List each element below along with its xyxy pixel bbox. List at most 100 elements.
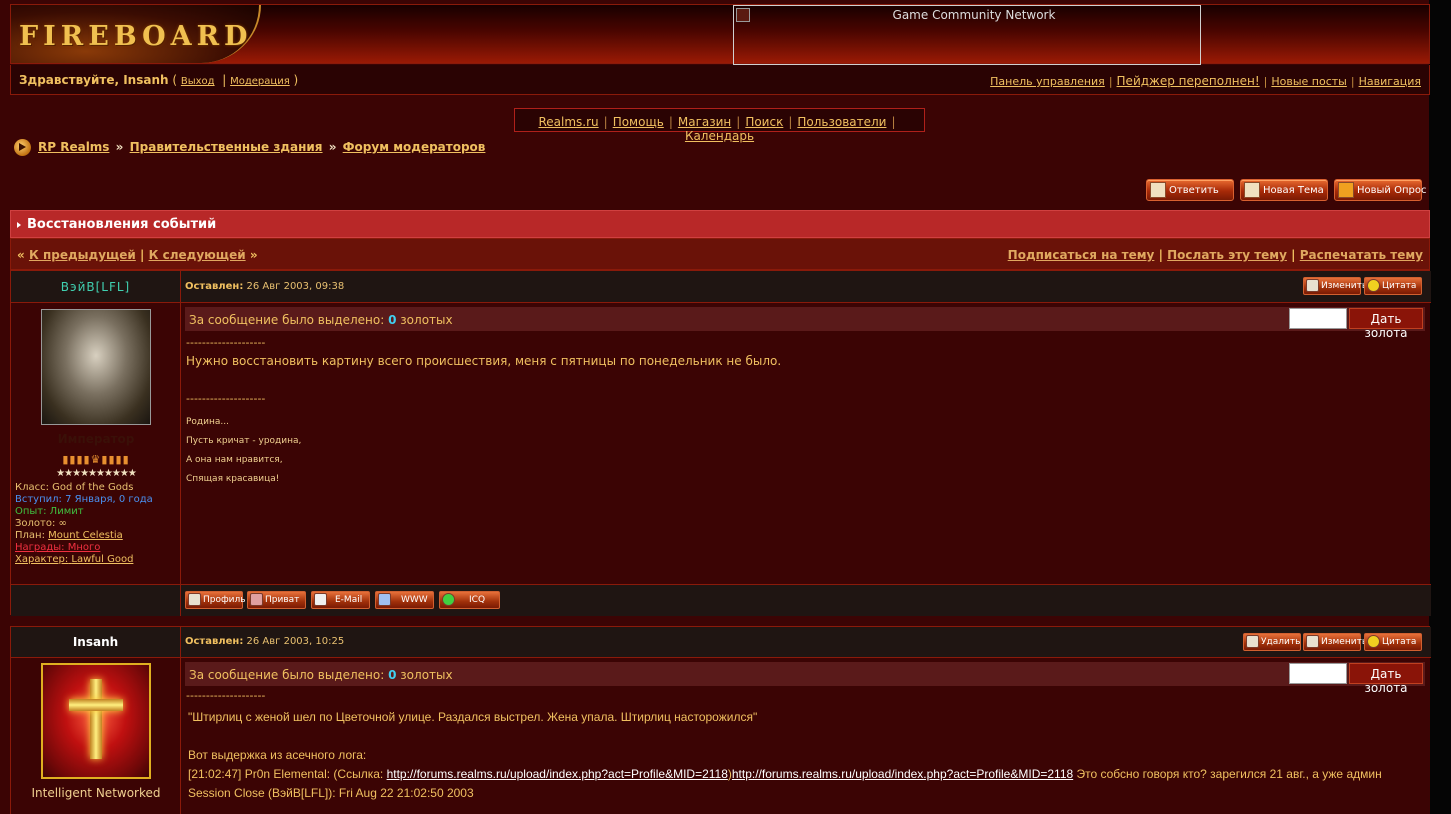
cross-icon-bar <box>69 699 123 711</box>
next-topic-link[interactable]: К следующей <box>149 248 246 262</box>
email-button[interactable]: E-Mail <box>311 591 370 609</box>
new-poll-label: Новый Опрос <box>1357 185 1427 196</box>
log-session: Session Close (ВэйВ[LFL]): Fri Aug 22 21… <box>188 786 474 800</box>
log-link[interactable]: http://forums.realms.ru/upload/index.php… <box>387 767 728 781</box>
edit-button[interactable]: Изменить <box>1303 277 1367 295</box>
icq-button[interactable]: ICQ <box>439 591 500 609</box>
gold-value: 0 <box>388 668 397 682</box>
nav-users[interactable]: Пользователи <box>797 115 886 129</box>
rank-badges: ▮▮▮▮♛▮▮▮▮ <box>62 453 130 466</box>
post-header: Insanh Оставлен: 26 Авг 2003, 10:25 Удал… <box>11 627 1431 658</box>
separator: | <box>1291 248 1296 262</box>
arrow-icon <box>17 222 21 228</box>
private-message-button[interactable]: Приват <box>247 591 306 609</box>
quote-button[interactable]: Цитата <box>1364 277 1422 295</box>
post-body: За сообщение было выделено: 0 золотых Да… <box>182 658 1430 814</box>
gold-amount-input[interactable] <box>1289 308 1347 329</box>
quote-button[interactable]: Цитата <box>1364 633 1422 651</box>
send-topic-link[interactable]: Послать эту тему <box>1167 248 1287 262</box>
banner-ad[interactable]: Game Community Network <box>733 5 1201 65</box>
author-rank: Intelligent Networked <box>31 786 161 800</box>
gold-unit: золотых <box>400 668 453 682</box>
pencil-icon <box>1306 635 1319 648</box>
separator: | <box>788 115 793 129</box>
www-button[interactable]: WWW <box>375 591 434 609</box>
reply-label: Ответить <box>1169 185 1219 196</box>
new-topic-button[interactable]: Новая Тема <box>1240 179 1328 201</box>
awards-link[interactable]: Награды: Много <box>15 542 100 553</box>
separator: | <box>222 73 227 87</box>
author-rank: Император <box>57 432 135 446</box>
plan-label: План: <box>15 530 45 541</box>
new-posts-link[interactable]: Новые посты <box>1271 75 1347 88</box>
cross-icon <box>90 679 102 759</box>
nav-calendar[interactable]: Календарь <box>685 129 754 143</box>
info-joined: Вступил: 7 Января, 0 года <box>15 494 153 505</box>
divider-text: -------------------- <box>186 336 266 349</box>
nav-shop[interactable]: Магазин <box>678 115 731 129</box>
navigation-link[interactable]: Навигация <box>1359 75 1421 88</box>
reply-button[interactable]: Ответить <box>1146 179 1234 201</box>
moderation-link[interactable]: Модерация <box>230 76 290 87</box>
breadcrumb-government[interactable]: Правительственные здания <box>130 140 323 154</box>
logo-text: FIREBOARD <box>19 21 253 52</box>
gold-text: За сообщение было выделено: 0 золотых <box>189 313 453 327</box>
private-label: Приват <box>265 595 300 605</box>
divider-text: -------------------- <box>186 689 266 702</box>
topic-nav-bar: « К предыдущей | К следующей » Подписать… <box>10 238 1430 270</box>
plan-link[interactable]: Mount Celestia <box>48 530 123 541</box>
nav-realms[interactable]: Realms.ru <box>538 115 598 129</box>
print-topic-link[interactable]: Распечатать тему <box>1300 248 1423 262</box>
quote-text: "Штирлиц с женой шел по Цветочной улице.… <box>188 710 758 724</box>
info-class: Класс: God of the Gods <box>15 482 153 494</box>
pager-link[interactable]: Пейджер переполнен! <box>1117 74 1260 88</box>
user-links: Панель управления | Пейджер переполнен! | Но… <box>990 74 1421 88</box>
page: FIREBOARD Game Community Network Здравст… <box>0 0 1451 814</box>
signature-line: Пусть кричат - уродина, <box>186 436 302 446</box>
icq-flower-icon <box>442 593 455 606</box>
control-panel-link[interactable]: Панель управления <box>990 75 1105 88</box>
date-value: 26 Авг 2003, 09:38 <box>246 281 345 292</box>
date-label: Оставлен: <box>185 636 244 647</box>
separator: | <box>668 115 673 129</box>
log-link[interactable]: http://forums.realms.ru/upload/index.php… <box>732 767 1073 781</box>
paren: ) <box>289 73 299 87</box>
breadcrumb-sep: » <box>328 140 337 154</box>
prev-topic-link[interactable]: К предыдущей <box>29 248 136 262</box>
give-gold-button[interactable]: Дать золота <box>1349 663 1423 695</box>
author-panel: Intelligent Networked <box>11 658 181 814</box>
class-value: God of the Gods <box>52 482 134 493</box>
subscribe-link[interactable]: Подписаться на тему <box>1008 248 1155 262</box>
topic-title-bar: Восстановления событий <box>10 210 1430 238</box>
post-body: За сообщение было выделено: 0 золотых Да… <box>182 303 1430 584</box>
laquo: « <box>17 248 25 262</box>
logout-link[interactable]: Выход <box>181 76 215 87</box>
post-date: Оставлен: 26 Авг 2003, 10:25 <box>185 636 344 647</box>
edit-button[interactable]: Изменить <box>1303 633 1367 651</box>
nav-help[interactable]: Помощь <box>613 115 664 129</box>
avatar <box>41 663 151 779</box>
pencil-icon <box>1306 279 1319 292</box>
nav-search[interactable]: Поиск <box>745 115 783 129</box>
delete-button[interactable]: Удалить <box>1243 633 1301 651</box>
breadcrumb-moderators[interactable]: Форум модераторов <box>343 140 486 154</box>
edit-label: Изменить <box>1321 637 1368 647</box>
breadcrumb-rp-realms[interactable]: RP Realms <box>38 140 109 154</box>
banner-alt-text: Game Community Network <box>892 8 1056 22</box>
greeting: Здравствуйте, Insanh ( Выход | Модерация… <box>19 73 298 87</box>
gold-amount-input[interactable] <box>1289 663 1347 684</box>
class-label: Класс: <box>15 482 49 493</box>
post-author[interactable]: Insanh <box>11 627 181 658</box>
quote-label: Цитата <box>1382 637 1417 647</box>
avatar <box>41 309 151 425</box>
profile-button[interactable]: Профиль <box>185 591 246 609</box>
separator: | <box>736 115 741 129</box>
separator: | <box>1263 75 1268 88</box>
give-gold-button[interactable]: Дать золота <box>1349 308 1423 340</box>
quote-label: Цитата <box>1382 281 1417 291</box>
post-author[interactable]: ВэйВ[LFL] <box>11 271 181 303</box>
logo[interactable]: FIREBOARD <box>11 5 261 63</box>
header: FIREBOARD Game Community Network <box>10 4 1430 65</box>
character-link[interactable]: Характер: Lawful Good <box>15 554 133 565</box>
new-poll-button[interactable]: Новый Опрос <box>1334 179 1426 201</box>
